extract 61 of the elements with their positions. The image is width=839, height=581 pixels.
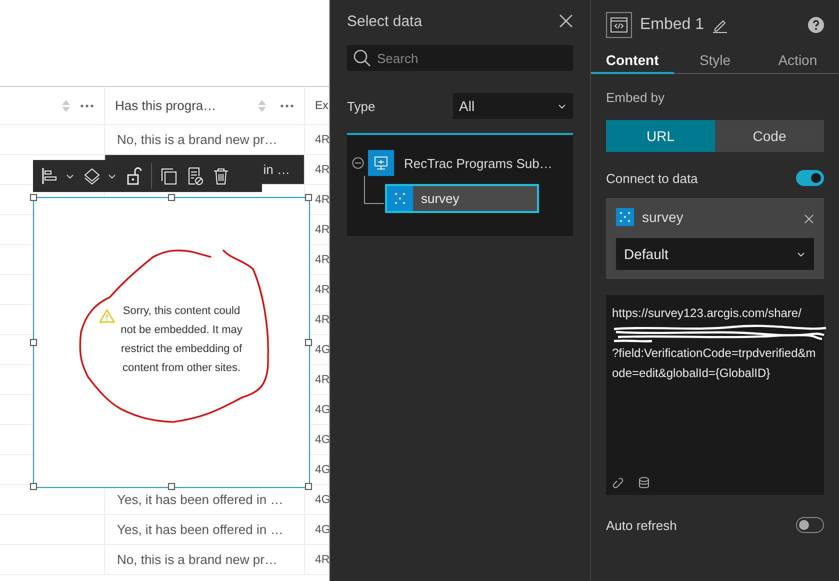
embed-widget-icon: [606, 12, 632, 38]
table-cell: 4R: [315, 194, 329, 206]
url-text: https://survey123.arcgis.com/share/: [612, 305, 802, 322]
resize-handle[interactable]: [305, 194, 312, 201]
tab[interactable]: Content: [591, 48, 674, 74]
table-cell: 4R: [315, 284, 329, 296]
resize-handle[interactable]: [305, 338, 312, 346]
resize-handle[interactable]: [168, 483, 174, 490]
toggle-switch[interactable]: [796, 517, 824, 533]
resize-handle[interactable]: [30, 483, 37, 490]
tab[interactable]: Style: [674, 48, 756, 74]
table-cell: 4R: [315, 314, 329, 326]
close-button[interactable]: [559, 14, 573, 28]
view-dropdown[interactable]: Default: [616, 238, 814, 270]
dots-icon: [387, 186, 413, 211]
resize-handle[interactable]: [30, 194, 37, 201]
widget-title: Embed 1: [640, 16, 704, 34]
database-icon[interactable]: [638, 477, 650, 489]
resize-handle[interactable]: [30, 338, 37, 346]
column-header[interactable]: Has this progra…: [115, 98, 216, 113]
toggle-label: Auto refresh: [606, 518, 677, 532]
segment-button[interactable]: Code: [715, 120, 824, 152]
table-cell: Yes, it has been offered in …: [117, 522, 284, 537]
link-icon[interactable]: [612, 477, 624, 489]
search-icon: [353, 49, 371, 67]
type-label: Type: [347, 98, 376, 114]
panel-title: Select data: [347, 12, 422, 30]
table-cell: 4R: [315, 374, 329, 386]
embed-widget[interactable]: Sorry, this content could not be embedded. It may restrict the embedding of content from other sites.: [33, 197, 310, 488]
resize-handle[interactable]: [168, 194, 174, 201]
collapse-icon[interactable]: [352, 157, 364, 169]
table-cell: 4R: [315, 224, 329, 236]
table-cell: in …: [263, 162, 290, 177]
table-cell: No, this is a brand new pr…: [117, 552, 278, 567]
tree-item[interactable]: survey: [385, 184, 539, 213]
search-field[interactable]: Search: [347, 45, 573, 71]
help-icon[interactable]: [808, 17, 824, 33]
data-source-name: survey: [642, 209, 684, 225]
url-text: ?field:VerificationCode=trpdverified&mode=edit&globalId={GlobalID}: [612, 345, 817, 382]
data-source-icon: [368, 150, 394, 176]
close-button[interactable]: [804, 212, 814, 222]
connector-line: [364, 176, 384, 204]
resize-handle[interactable]: [305, 483, 312, 490]
section-label: Embed by: [606, 90, 666, 105]
tree-item[interactable]: RecTrac Programs Sub…: [404, 156, 552, 170]
toggle-label: Connect to data: [606, 170, 698, 186]
table-cell: 4R: [315, 134, 329, 146]
warning-icon: [98, 309, 114, 323]
toggle-switch[interactable]: [796, 170, 824, 186]
table-cell: 4R: [315, 554, 329, 566]
table-cell: 4R: [315, 164, 329, 176]
table-cell: Yes, it has been offered in …: [117, 492, 284, 507]
tab[interactable]: Action: [756, 48, 839, 74]
url-field[interactable]: https://survey123.arcgis.com/share/ ?field:VerificationCode=trpdverified&mode=edit&globalId={GlobalID}: [606, 295, 824, 495]
column-header[interactable]: Ex: [315, 100, 328, 112]
table-cell: No, this is a brand new pr…: [117, 132, 278, 147]
dots-icon: [616, 208, 634, 226]
segment-button[interactable]: URL: [606, 120, 715, 152]
type-dropdown[interactable]: All: [453, 93, 573, 119]
error-message: Sorry, this content could not be embedded. It may restrict the embedding of content from other sites.: [120, 304, 244, 376]
table-cell: 4R: [315, 254, 329, 266]
